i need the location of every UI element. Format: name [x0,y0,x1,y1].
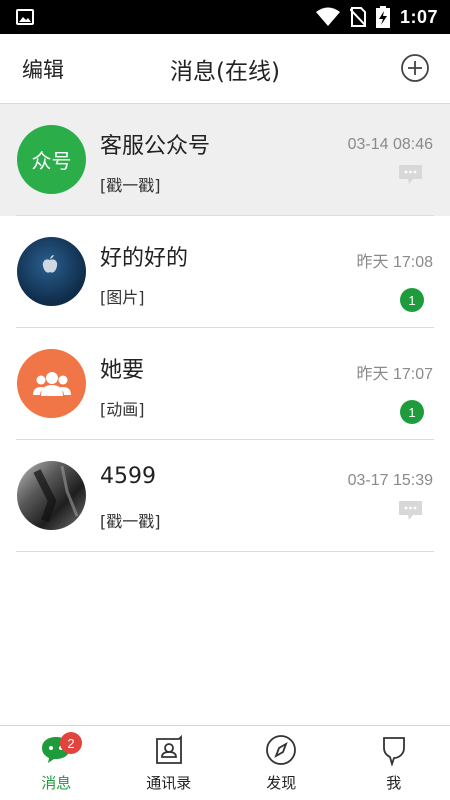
bottom-tab-bar: 2 消息 通讯录 发现 我 [0,725,450,800]
avatar: 众号 [17,125,86,194]
group-icon [32,371,71,396]
apple-logo-icon [42,254,57,273]
tab-badge: 2 [60,732,82,754]
tab-label: 发现 [266,774,297,792]
no-sim-icon [349,7,366,27]
conversation-name: 她要 [100,358,145,383]
battery-charging-icon [375,6,390,28]
conversation-time: 昨天 17:08 [356,254,434,271]
conversation-list: 众号 客服公众号 [戳一戳] 03-14 08:46 好的好的 [图片] 昨天 … [0,104,450,552]
conversation-preview: [戳一戳] [100,176,161,195]
tab-contacts[interactable]: 通讯录 [113,726,226,800]
page-title: 消息(在线) [170,59,280,85]
tab-label: 消息 [41,774,72,792]
conversation-preview: [动画] [100,400,145,419]
header: 编辑 消息(在线) [0,34,450,104]
unread-badge: 1 [400,288,424,312]
conversation-row[interactable]: 她要 [动画] 昨天 17:07 1 [0,328,450,440]
avatar-text: 众号 [31,149,72,173]
row-divider [16,551,434,552]
conversation-name: 好的好的 [100,246,189,271]
conversation-time: 昨天 17:07 [356,366,434,383]
add-circle-icon[interactable] [400,53,430,83]
conversation-time: 03-17 15:39 [347,472,433,489]
conversation-row[interactable]: 4599 [戳一戳] 03-17 15:39 [0,440,450,552]
tab-discover[interactable]: 发现 [225,726,338,800]
compass-icon [265,734,297,766]
conversation-time: 03-14 08:46 [347,136,433,153]
message-bubble-icon [399,165,422,184]
avatar [17,237,86,306]
tab-label: 我 [386,774,402,792]
conversation-name: 4599 [100,464,156,489]
conversation-preview: [图片] [100,288,145,307]
image-icon [16,9,34,25]
status-bar: 1:07 [0,0,450,34]
conversation-row[interactable]: 众号 客服公众号 [戳一戳] 03-14 08:46 [0,104,450,216]
message-bubble-icon [399,501,422,520]
tab-label: 通讯录 [146,774,192,792]
photo-texture [33,465,79,523]
conversation-name: 客服公众号 [100,134,211,159]
status-time: 1:07 [399,6,438,27]
tab-messages[interactable]: 2 消息 [0,726,113,800]
conversation-row[interactable]: 好的好的 [图片] 昨天 17:08 1 [0,216,450,328]
wifi-icon [315,7,340,26]
contacts-icon [153,734,185,766]
avatar [17,349,86,418]
profile-icon [378,734,410,766]
tab-me[interactable]: 我 [338,726,450,800]
conversation-preview: [戳一戳] [100,512,161,531]
photo-avatar [17,461,86,530]
unread-badge: 1 [400,400,424,424]
